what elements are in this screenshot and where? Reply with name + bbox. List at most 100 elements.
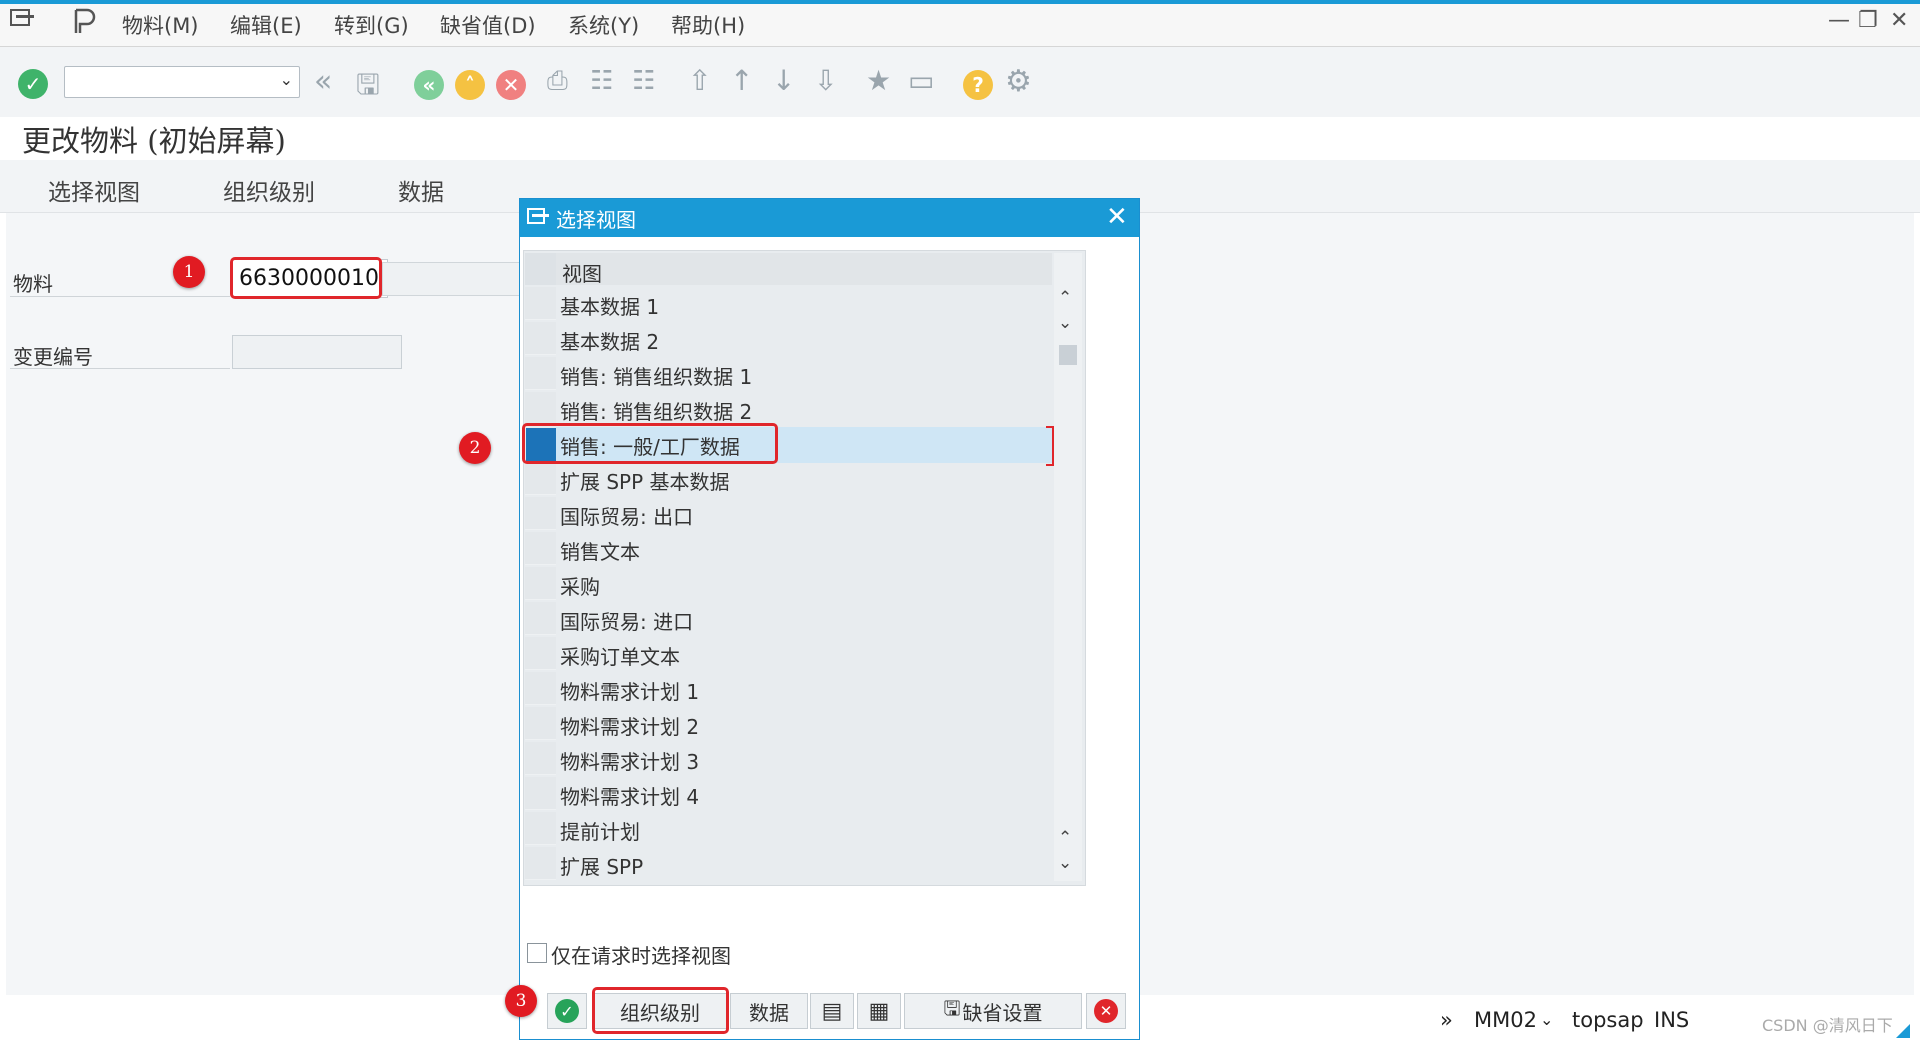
command-field[interactable]: ⌄ <box>64 66 300 98</box>
selection-bracket <box>1046 426 1054 466</box>
continue-button[interactable]: ✓ <box>547 993 587 1029</box>
resize-corner-icon[interactable] <box>1896 1024 1910 1038</box>
last-page-icon[interactable]: ⇩ <box>814 64 837 97</box>
page-title: 更改物料 (初始屏幕) <box>22 124 286 158</box>
status-expand-icon[interactable]: » <box>1440 1008 1453 1032</box>
view-row[interactable]: 基本数据 2 <box>560 326 659 355</box>
view-row[interactable]: 物料需求计划 2 <box>560 711 699 740</box>
menu-material[interactable]: 物料(M) <box>122 10 199 40</box>
select-views-button[interactable]: 选择视图 <box>48 173 140 207</box>
view-row[interactable]: 基本数据 1 <box>560 291 659 320</box>
menu-help[interactable]: 帮助(H) <box>671 10 745 40</box>
menu-edit[interactable]: 编辑(E) <box>230 10 302 40</box>
dialog-close-icon[interactable]: ✕ <box>1106 202 1128 232</box>
row-selector[interactable] <box>525 672 556 705</box>
status-chevron-down-icon[interactable]: ⌄ <box>1540 1010 1553 1029</box>
org-levels-button[interactable]: 组织级别 <box>223 173 315 207</box>
close-window-icon[interactable]: ✕ <box>1890 8 1908 33</box>
select-all-views-icon[interactable]: ▤ <box>810 993 854 1029</box>
menu-goto[interactable]: 转到(G) <box>334 10 409 40</box>
material-label-underline <box>10 296 230 297</box>
dialog-window-icon <box>527 207 551 227</box>
find-icon[interactable]: ☷ <box>590 66 613 96</box>
view-row[interactable]: 物料需求计划 4 <box>560 781 699 810</box>
row-selector[interactable] <box>525 322 556 355</box>
deselect-all-views-icon[interactable]: ▦ <box>857 993 901 1029</box>
scroll-down-icon[interactable]: ⌄ <box>1058 313 1072 333</box>
annotation-badge-3: 3 <box>505 985 537 1017</box>
cancel-x-icon: ✕ <box>1094 999 1118 1023</box>
previous-page-icon[interactable]: ↑ <box>730 64 753 97</box>
view-row[interactable]: 销售: 销售组织数据 1 <box>560 361 752 390</box>
first-page-icon[interactable]: ⇧ <box>688 64 711 97</box>
system-menu-icon[interactable] <box>10 8 36 30</box>
view-row[interactable]: 扩展 SPP 基本数据 <box>560 466 730 495</box>
save-icon[interactable]: 🖫 <box>356 64 380 112</box>
sap-p-icon[interactable] <box>70 7 98 35</box>
settings-gear-icon[interactable]: ⚙ <box>1005 64 1032 99</box>
view-row[interactable]: 采购 <box>560 571 600 600</box>
data-dialog-button[interactable]: 数据 <box>730 993 808 1029</box>
menu-defaults[interactable]: 缺省值(D) <box>440 10 536 40</box>
view-row[interactable]: 销售: 销售组织数据 2 <box>560 396 752 425</box>
row-selector[interactable] <box>525 287 556 320</box>
view-row[interactable]: 物料需求计划 3 <box>560 746 699 775</box>
cancel-icon[interactable]: ✕ <box>496 70 526 100</box>
restore-icon[interactable]: ❐ <box>1858 8 1878 33</box>
exit-icon[interactable]: ˄ <box>455 70 485 100</box>
find-next-icon[interactable]: ☷ <box>632 66 655 96</box>
print-icon[interactable]: ⎙ <box>547 66 568 97</box>
scroll-thumb[interactable] <box>1059 345 1077 365</box>
row-selector[interactable] <box>525 707 556 740</box>
view-row[interactable]: 提前计划 <box>560 816 640 845</box>
row-selector[interactable] <box>525 462 556 495</box>
next-page-icon[interactable]: ↓ <box>772 64 795 97</box>
view-row[interactable]: 扩展 SPP <box>560 851 643 880</box>
help-icon[interactable]: ? <box>963 70 993 100</box>
enter-icon[interactable]: ✓ <box>18 69 48 99</box>
view-row[interactable]: 物料需求计划 1 <box>560 676 699 705</box>
view-row[interactable]: 国际贸易: 出口 <box>560 501 693 530</box>
new-session-icon[interactable]: ★ <box>866 64 891 97</box>
back-double-icon[interactable]: « <box>314 64 332 99</box>
row-selector[interactable] <box>525 392 556 425</box>
row-selector[interactable] <box>525 847 556 880</box>
scroll-page-down-icon[interactable]: ⌄ <box>1058 853 1072 873</box>
back-icon[interactable]: « <box>414 70 444 100</box>
watermark: CSDN @清风日下 <box>1762 1016 1893 1035</box>
row-selector[interactable] <box>525 602 556 635</box>
row-selector[interactable] <box>525 812 556 845</box>
row-selector[interactable] <box>525 357 556 390</box>
cancel-dialog-button[interactable]: ✕ <box>1086 993 1126 1029</box>
status-transaction: MM02 <box>1474 1008 1537 1032</box>
data-label: 数据 <box>749 1000 789 1025</box>
scroll-page-up-icon[interactable]: ⌃ <box>1058 828 1072 848</box>
status-insert-mode[interactable]: INS <box>1654 1008 1689 1032</box>
material-description-field <box>382 262 522 296</box>
menu-system[interactable]: 系统(Y) <box>568 10 639 40</box>
row-selector[interactable] <box>525 637 556 670</box>
minimize-icon[interactable]: — <box>1828 8 1850 33</box>
scroll-up-icon[interactable]: ⌃ <box>1058 288 1072 308</box>
view-row[interactable]: 销售文本 <box>560 536 640 565</box>
annotation-badge-1: 1 <box>173 256 205 288</box>
row-selector[interactable] <box>525 742 556 775</box>
row-selector[interactable] <box>525 567 556 600</box>
default-settings-button[interactable]: 🖫 缺省设置 <box>904 993 1082 1029</box>
status-system: topsap <box>1572 1008 1644 1032</box>
default-settings-label: 缺省设置 <box>962 1000 1043 1025</box>
view-row[interactable]: 国际贸易: 进口 <box>560 606 693 635</box>
view-row[interactable]: 采购订单文本 <box>560 641 680 670</box>
row-selector[interactable] <box>525 532 556 565</box>
change-number-input[interactable] <box>232 335 402 369</box>
row-selector[interactable] <box>525 777 556 810</box>
only-on-request-checkbox[interactable] <box>527 943 547 963</box>
row-selector[interactable] <box>525 497 556 530</box>
chevron-down-icon[interactable]: ⌄ <box>280 70 293 89</box>
shortcut-icon[interactable]: ▭ <box>908 64 934 97</box>
column-header-view[interactable]: 视图 <box>562 258 602 287</box>
annotation-box-material <box>230 257 382 299</box>
change-number-label: 变更编号 <box>13 345 93 369</box>
select-all-cell[interactable] <box>525 253 556 285</box>
data-button[interactable]: 数据 <box>398 173 444 207</box>
